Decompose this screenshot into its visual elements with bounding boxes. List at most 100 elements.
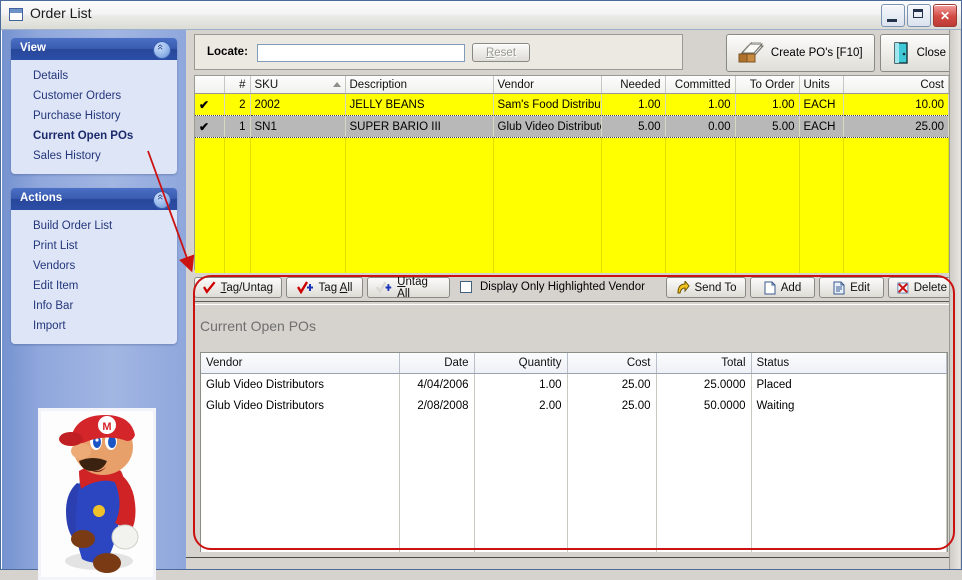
po-total: 25.0000 (656, 373, 752, 395)
table-row[interactable]: ✔ 1 SN1 SUPER BARIO III Glub Video Distr… (195, 115, 949, 138)
sidebar-item-purchase-history[interactable]: Purchase History (11, 106, 177, 126)
sidebar-item-vendors[interactable]: Vendors (11, 256, 177, 276)
empty-cell (493, 246, 602, 273)
po-cost: 25.00 (567, 395, 657, 416)
col-units[interactable]: Units (799, 76, 844, 94)
untag-all-button[interactable]: Untag All (367, 276, 450, 300)
locate-input[interactable] (257, 44, 465, 62)
panel-title: Current Open POs (200, 318, 316, 334)
col-number[interactable]: # (224, 76, 251, 94)
sidebar-item-build-order-list[interactable]: Build Order List (11, 216, 177, 236)
close-icon: ✕ (939, 8, 951, 23)
sidebar-item-print-list[interactable]: Print List (11, 236, 177, 256)
table-row[interactable]: Glub Video Distributors 2/08/2008 2.00 2… (201, 395, 947, 416)
empty-cell (601, 246, 666, 273)
sidebar-item-info-bar[interactable]: Info Bar (11, 296, 177, 316)
sidebar-group-actions: Actions Build Order List Print List Vend… (11, 188, 177, 344)
col-sku[interactable]: SKU (250, 76, 346, 94)
reset-button-label: Reset (485, 46, 517, 59)
po-quantity: 2.00 (474, 395, 568, 416)
sidebar-item-sales-history[interactable]: Sales History (11, 146, 177, 166)
delete-button[interactable]: Delete (888, 277, 956, 298)
create-pos-button[interactable]: Create PO's [F10] (725, 34, 875, 72)
po-vendor: Glub Video Distributors (201, 395, 400, 416)
add-button[interactable]: Add (750, 277, 815, 298)
sidebar-item-details[interactable]: Details (11, 66, 177, 86)
col-po-cost[interactable]: Cost (567, 353, 657, 374)
empty-cell (345, 219, 494, 246)
col-po-status[interactable]: Status (751, 353, 947, 374)
table-row[interactable]: Glub Video Distributors 4/04/2006 1.00 2… (201, 373, 947, 395)
maximize-button[interactable] (907, 4, 931, 27)
col-needed[interactable]: Needed (601, 76, 666, 94)
sidebar-group-actions-title: Actions (20, 192, 63, 204)
empty-cell (799, 192, 844, 219)
sidebar-item-edit-item[interactable]: Edit Item (11, 276, 177, 296)
empty-cell (201, 416, 400, 552)
row-cost: 10.00 (843, 93, 949, 116)
open-pos-header-row: Vendor Date Quantity Cost Total Status (201, 353, 947, 374)
empty-cell (656, 416, 752, 552)
col-po-total[interactable]: Total (656, 353, 752, 374)
tag-all-button[interactable]: Tag All (286, 277, 363, 298)
order-list-window: Order List ✕ View Details Customer Order… (0, 0, 962, 580)
edit-button[interactable]: Edit (819, 277, 884, 298)
empty-cell (195, 192, 225, 219)
col-description[interactable]: Description (345, 76, 494, 94)
chevron-up-icon[interactable] (153, 191, 171, 209)
sidebar-item-import[interactable]: Import (11, 316, 177, 336)
sidebar-group-actions-header[interactable]: Actions (11, 188, 177, 210)
empty-cell (665, 246, 736, 273)
open-pos-grid[interactable]: Vendor Date Quantity Cost Total Status G… (200, 352, 948, 552)
tag-untag-label: Tag/Untag (220, 281, 273, 294)
chevron-up-icon[interactable] (153, 41, 171, 59)
row-needed: 5.00 (601, 115, 666, 138)
open-pos-table: Vendor Date Quantity Cost Total Status G… (201, 353, 947, 552)
row-tag-mark[interactable]: ✔ (195, 93, 225, 116)
sidebar-group-view: View Details Customer Orders Purchase Hi… (11, 38, 177, 174)
new-page-icon (764, 281, 776, 294)
row-tag-mark[interactable]: ✔ (195, 115, 225, 138)
tag-untag-button[interactable]: Tag/Untag (194, 277, 282, 298)
empty-cell (224, 219, 251, 246)
empty-cell (493, 192, 602, 219)
table-row-empty (195, 246, 949, 273)
bottom-divider (186, 557, 954, 560)
window-icon (9, 8, 23, 21)
sidebar-item-current-open-pos[interactable]: Current Open POs (11, 126, 177, 146)
col-cost[interactable]: Cost (843, 76, 949, 94)
empty-cell (799, 137, 844, 165)
empty-cell (665, 192, 736, 219)
close-button-label: Close (916, 47, 946, 59)
table-row[interactable]: ✔ 2 2002 JELLY BEANS Sam's Food Distribu… (195, 93, 949, 116)
col-vendor[interactable]: Vendor (493, 76, 602, 94)
sort-ascending-icon (332, 82, 341, 87)
empty-cell (601, 165, 666, 192)
reset-button[interactable]: Reset (472, 43, 530, 62)
display-only-highlighted-checkbox[interactable] (460, 281, 472, 293)
col-tag[interactable] (195, 76, 225, 94)
po-status: Placed (751, 373, 947, 395)
send-to-button[interactable]: Send To (666, 277, 746, 298)
col-po-date[interactable]: Date (399, 353, 475, 374)
close-window-button[interactable]: ✕ (933, 4, 957, 27)
empty-cell (843, 137, 949, 165)
close-button[interactable]: Close (879, 34, 958, 72)
locate-bar: Locate: Reset (194, 34, 683, 70)
col-committed[interactable]: Committed (665, 76, 736, 94)
row-units: EACH (799, 115, 844, 138)
red-x-icon (897, 282, 909, 293)
minimize-button[interactable] (881, 4, 905, 27)
sidebar-group-actions-body: Build Order List Print List Vendors Edit… (11, 210, 177, 344)
sidebar-group-view-header[interactable]: View (11, 38, 177, 60)
right-edge-strip (949, 30, 960, 569)
sidebar-item-customer-orders[interactable]: Customer Orders (11, 86, 177, 106)
col-to-order[interactable]: To Order (735, 76, 800, 94)
col-po-vendor[interactable]: Vendor (201, 353, 400, 374)
col-po-quantity[interactable]: Quantity (474, 353, 568, 374)
primary-actions: Create PO's [F10] Close (725, 34, 958, 72)
row-sku: SN1 (250, 115, 346, 138)
empty-cell (493, 165, 602, 192)
order-grid[interactable]: # SKU Description Vendor Needed Committe… (194, 75, 950, 273)
empty-cell (250, 192, 346, 219)
